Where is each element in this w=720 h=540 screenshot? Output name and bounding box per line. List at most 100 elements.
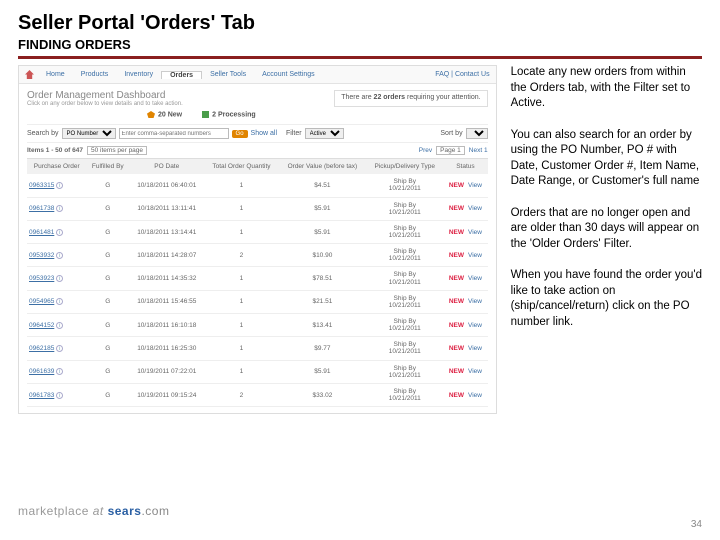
table-row: 0953932iG10/18/2011 14:28:072$10.90Ship …	[27, 244, 488, 267]
filter-select[interactable]: Active	[305, 128, 344, 139]
cell-fulfilled: G	[86, 360, 129, 383]
brand-footer: marketplace at sears.com	[18, 504, 169, 518]
cell-fulfilled: G	[86, 290, 129, 313]
nav-right-links[interactable]: FAQ | Contact Us	[435, 71, 489, 78]
search-input[interactable]	[119, 128, 229, 139]
sortby-select[interactable]	[466, 128, 488, 139]
dashboard-title: Order Management Dashboard	[27, 90, 183, 101]
cell-status: NEWView	[443, 197, 487, 220]
po-link[interactable]: 0963315i	[27, 174, 86, 197]
view-link[interactable]: View	[468, 252, 482, 259]
cell-date: 10/18/2011 13:14:41	[129, 220, 204, 243]
view-link[interactable]: View	[468, 275, 482, 282]
cell-value: $5.91	[279, 360, 367, 383]
cell-fulfilled: G	[86, 197, 129, 220]
note-3: Orders that are no longer open and are o…	[511, 206, 702, 253]
po-link[interactable]: 0961639i	[27, 360, 86, 383]
table-row: 0961783iG10/19/2011 09:15:242$33.02Ship …	[27, 383, 488, 406]
search-by-select[interactable]: PO Number	[62, 128, 116, 139]
tab-home[interactable]: Home	[38, 71, 73, 78]
cell-pickup: Ship By10/21/2011	[366, 337, 443, 360]
cell-date: 10/18/2011 14:28:07	[129, 244, 204, 267]
attention-count: 22 orders	[374, 94, 406, 101]
view-link[interactable]: View	[468, 182, 482, 189]
po-link[interactable]: 0953923i	[27, 267, 86, 290]
info-icon[interactable]: i	[56, 252, 63, 259]
po-link[interactable]: 0962185i	[27, 337, 86, 360]
po-link[interactable]: 0964152i	[27, 314, 86, 337]
view-link[interactable]: View	[468, 345, 482, 352]
per-page-select[interactable]: 50 items per page	[87, 146, 147, 155]
cell-status: NEWView	[443, 174, 487, 197]
cell-qty: 1	[204, 337, 278, 360]
next-link[interactable]: Next 1	[469, 147, 488, 154]
cell-qty: 1	[204, 314, 278, 337]
table-row: 0961481iG10/18/2011 13:14:411$5.91Ship B…	[27, 220, 488, 243]
filter-label: Filter	[286, 130, 302, 137]
col-header: Order Value (before tax)	[279, 159, 367, 175]
cell-qty: 2	[204, 244, 278, 267]
info-icon[interactable]: i	[56, 182, 63, 189]
info-icon[interactable]: i	[56, 229, 63, 236]
po-link[interactable]: 0954965i	[27, 290, 86, 313]
processing-badge: 2 Processing	[202, 111, 256, 118]
tab-account-settings[interactable]: Account Settings	[254, 71, 323, 78]
info-icon[interactable]: i	[56, 205, 63, 212]
slide-title: Seller Portal 'Orders' Tab	[0, 0, 720, 37]
cell-status: NEWView	[443, 314, 487, 337]
cell-date: 10/18/2011 13:11:41	[129, 197, 204, 220]
tab-orders[interactable]: Orders	[161, 71, 202, 79]
cell-date: 10/18/2011 14:35:32	[129, 267, 204, 290]
col-header: Fulfilled By	[86, 159, 129, 175]
cell-date: 10/19/2011 07:22:01	[129, 360, 204, 383]
info-icon[interactable]: i	[56, 392, 63, 399]
cell-pickup: Ship By10/21/2011	[366, 197, 443, 220]
cell-fulfilled: G	[86, 383, 129, 406]
info-icon[interactable]: i	[56, 298, 63, 305]
page-indicator[interactable]: Page 1	[436, 146, 465, 155]
view-link[interactable]: View	[468, 392, 482, 399]
tab-inventory[interactable]: Inventory	[116, 71, 161, 78]
po-link[interactable]: 0953932i	[27, 244, 86, 267]
col-header: Total Order Quantity	[204, 159, 278, 175]
dashboard-subtitle: Click on any order below to view details…	[27, 101, 183, 107]
cell-value: $9.77	[279, 337, 367, 360]
cell-date: 10/18/2011 16:25:30	[129, 337, 204, 360]
po-link[interactable]: 0961738i	[27, 197, 86, 220]
cell-value: $5.91	[279, 220, 367, 243]
po-link[interactable]: 0961783i	[27, 383, 86, 406]
view-link[interactable]: View	[468, 229, 482, 236]
cell-status: NEWView	[443, 290, 487, 313]
table-row: 0962185iG10/18/2011 16:25:301$9.77Ship B…	[27, 337, 488, 360]
orders-table: Purchase OrderFulfilled ByPO DateTotal O…	[27, 158, 488, 407]
info-icon[interactable]: i	[56, 368, 63, 375]
cell-qty: 1	[204, 360, 278, 383]
cell-pickup: Ship By10/21/2011	[366, 360, 443, 383]
attention-text: There are	[341, 94, 373, 101]
cell-status: NEWView	[443, 337, 487, 360]
po-link[interactable]: 0961481i	[27, 220, 86, 243]
show-all-link[interactable]: Show all	[251, 130, 277, 137]
go-button[interactable]: Go	[232, 130, 248, 138]
cell-qty: 2	[204, 383, 278, 406]
tab-products[interactable]: Products	[73, 71, 117, 78]
info-icon[interactable]: i	[56, 322, 63, 329]
info-icon[interactable]: i	[56, 345, 63, 352]
slide-subtitle: FINDING ORDERS	[0, 37, 720, 56]
table-row: 0964152iG10/18/2011 16:10:181$13.41Ship …	[27, 314, 488, 337]
top-nav: Home Products Inventory Orders Seller To…	[19, 66, 496, 84]
col-header: Status	[443, 159, 487, 175]
cell-date: 10/18/2011 16:10:18	[129, 314, 204, 337]
tab-seller-tools[interactable]: Seller Tools	[202, 71, 254, 78]
view-link[interactable]: View	[468, 205, 482, 212]
info-icon[interactable]: i	[56, 275, 63, 282]
view-link[interactable]: View	[468, 322, 482, 329]
instruction-notes: Locate any new orders from within the Or…	[497, 65, 702, 414]
cell-status: NEWView	[443, 383, 487, 406]
home-icon[interactable]	[25, 70, 34, 79]
view-link[interactable]: View	[468, 368, 482, 375]
prev-link[interactable]: Prev	[419, 147, 432, 154]
cell-value: $13.41	[279, 314, 367, 337]
cell-value: $10.90	[279, 244, 367, 267]
view-link[interactable]: View	[468, 298, 482, 305]
